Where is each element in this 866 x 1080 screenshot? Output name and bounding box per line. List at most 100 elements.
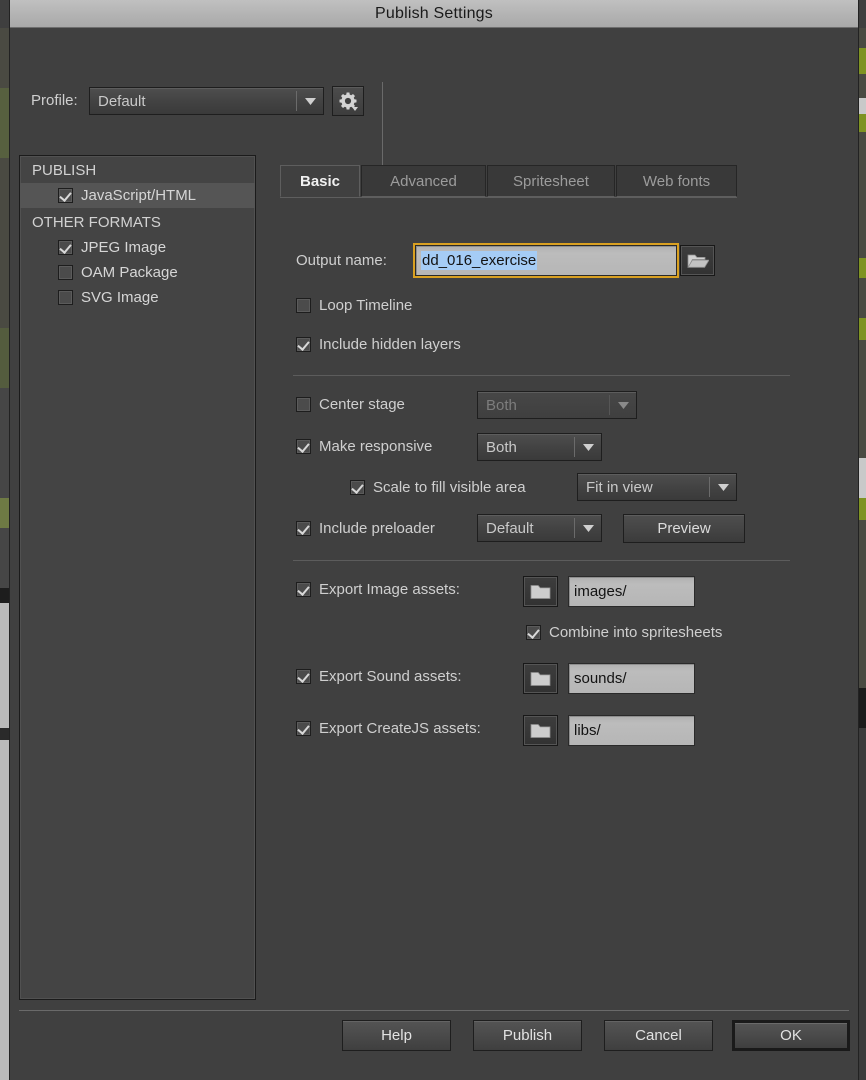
- loop-timeline-row[interactable]: Loop Timeline: [296, 297, 412, 314]
- make-responsive-label: Make responsive: [319, 438, 433, 455]
- checkbox-oam-package[interactable]: [58, 265, 73, 280]
- createjs-assets-path-input[interactable]: libs/: [568, 715, 695, 746]
- output-name-value: dd_016_exercise: [421, 251, 538, 270]
- tab-label: Advanced: [390, 172, 457, 190]
- cancel-button[interactable]: Cancel: [604, 1020, 713, 1051]
- scale-to-fill-label: Scale to fill visible area: [373, 479, 526, 496]
- ok-button[interactable]: OK: [732, 1020, 850, 1051]
- sidebar-item-label: SVG Image: [81, 289, 159, 306]
- include-hidden-layers-row[interactable]: Include hidden layers: [296, 336, 461, 353]
- cancel-button-label: Cancel: [635, 1027, 682, 1044]
- image-assets-folder-button[interactable]: [523, 576, 558, 607]
- make-responsive-select-value: Both: [486, 438, 517, 456]
- export-sound-assets-row[interactable]: Export Sound assets:: [296, 668, 462, 685]
- background-app-right-edge: [858, 28, 866, 1080]
- sidebar-item-oam-package[interactable]: OAM Package: [20, 260, 255, 285]
- checkbox-jpeg-image[interactable]: [58, 240, 73, 255]
- make-responsive-row[interactable]: Make responsive: [296, 438, 432, 455]
- publish-button-label: Publish: [502, 1027, 553, 1044]
- checkbox-center-stage[interactable]: [296, 397, 311, 412]
- checkbox-javascript-html[interactable]: [58, 188, 73, 203]
- export-createjs-assets-row[interactable]: Export CreateJS assets:: [296, 720, 481, 737]
- folder-icon: [530, 671, 551, 686]
- checkbox-include-preloader[interactable]: [296, 521, 311, 536]
- tab-basic[interactable]: Basic: [280, 165, 360, 197]
- output-name-browse-button[interactable]: [680, 245, 715, 276]
- sidebar-item-label: OAM Package: [81, 264, 178, 281]
- export-image-assets-row[interactable]: Export Image assets:: [296, 581, 460, 598]
- sidebar-item-javascript-html[interactable]: JavaScript/HTML: [20, 183, 255, 208]
- include-hidden-layers-label: Include hidden layers: [319, 336, 461, 353]
- help-button[interactable]: Help: [342, 1020, 451, 1051]
- tab-spritesheet[interactable]: Spritesheet: [487, 165, 615, 197]
- checkbox-include-hidden-layers[interactable]: [296, 337, 311, 352]
- footer-divider: [19, 1010, 849, 1011]
- profile-options-gear-button[interactable]: [332, 86, 364, 116]
- tab-label: Web fonts: [642, 172, 711, 190]
- export-createjs-assets-label: Export CreateJS assets:: [319, 720, 481, 737]
- combine-spritesheets-label: Combine into spritesheets: [549, 624, 723, 641]
- checkbox-make-responsive[interactable]: [296, 439, 311, 454]
- combine-spritesheets-row[interactable]: Combine into spritesheets: [526, 624, 722, 641]
- make-responsive-select[interactable]: Both: [477, 433, 602, 461]
- preloader-select[interactable]: Default: [477, 514, 602, 542]
- preview-button[interactable]: Preview: [623, 514, 745, 543]
- scale-to-fill-select[interactable]: Fit in view: [577, 473, 737, 501]
- tab-web-fonts[interactable]: Web fonts: [616, 165, 737, 197]
- checkbox-combine-into-spritesheets[interactable]: [526, 625, 541, 640]
- chevron-down-icon: [710, 483, 736, 491]
- checkbox-scale-to-fill[interactable]: [350, 480, 365, 495]
- include-preloader-row[interactable]: Include preloader: [296, 520, 435, 537]
- sound-assets-folder-button[interactable]: [523, 663, 558, 694]
- sidebar-item-label: JPEG Image: [81, 239, 167, 256]
- chevron-down-icon: [297, 97, 323, 105]
- preloader-select-value: Default: [486, 519, 534, 537]
- gear-icon: [339, 92, 358, 111]
- tab-label: Spritesheet: [513, 172, 589, 190]
- dialog-button-bar: Help Publish Cancel OK: [10, 1020, 858, 1080]
- tab-bar-underline: [280, 197, 737, 198]
- checkbox-export-image-assets[interactable]: [296, 582, 311, 597]
- center-stage-select-value: Both: [486, 396, 517, 414]
- export-image-assets-label: Export Image assets:: [319, 581, 460, 598]
- scale-to-fill-select-value: Fit in view: [586, 478, 653, 496]
- checkbox-svg-image[interactable]: [58, 290, 73, 305]
- profile-vertical-divider: [382, 82, 383, 170]
- checkbox-export-sound-assets[interactable]: [296, 669, 311, 684]
- help-button-label: Help: [381, 1027, 412, 1044]
- export-sound-assets-label: Export Sound assets:: [319, 668, 462, 685]
- checkbox-export-createjs-assets[interactable]: [296, 721, 311, 736]
- profile-select[interactable]: Default: [89, 87, 324, 115]
- chevron-down-icon: [575, 524, 601, 532]
- center-stage-row[interactable]: Center stage: [296, 396, 405, 413]
- createjs-assets-folder-button[interactable]: [523, 715, 558, 746]
- format-list-panel: PUBLISH JavaScript/HTML OTHER FORMATS JP…: [19, 155, 256, 1000]
- dialog-title: Publish Settings: [375, 4, 493, 22]
- output-name-input[interactable]: dd_016_exercise: [413, 243, 679, 278]
- image-assets-path-input[interactable]: images/: [568, 576, 695, 607]
- sound-assets-path-input[interactable]: sounds/: [568, 663, 695, 694]
- tab-label: Basic: [299, 172, 341, 190]
- folder-icon: [530, 584, 551, 599]
- image-assets-path-value: images/: [574, 583, 627, 600]
- profile-label: Profile:: [31, 92, 78, 109]
- checkbox-loop-timeline[interactable]: [296, 298, 311, 313]
- center-stage-select[interactable]: Both: [477, 391, 637, 419]
- tab-advanced[interactable]: Advanced: [361, 165, 486, 197]
- profile-section: Profile: Default: [10, 29, 858, 170]
- createjs-assets-path-value: libs/: [574, 722, 601, 739]
- output-name-label: Output name:: [296, 252, 387, 269]
- chevron-down-icon: [575, 443, 601, 451]
- loop-timeline-label: Loop Timeline: [319, 297, 413, 314]
- sidebar-item-svg-image[interactable]: SVG Image: [20, 285, 255, 310]
- publish-button[interactable]: Publish: [473, 1020, 582, 1051]
- include-preloader-label: Include preloader: [319, 520, 435, 537]
- scale-to-fill-row[interactable]: Scale to fill visible area: [350, 479, 526, 496]
- ok-button-label: OK: [780, 1027, 802, 1044]
- folder-open-icon: [686, 254, 709, 268]
- dialog-titlebar: Publish Settings: [10, 0, 858, 28]
- section-divider-2: [293, 560, 790, 561]
- sidebar-item-label: JavaScript/HTML: [81, 187, 197, 204]
- profile-select-value: Default: [98, 92, 146, 110]
- sidebar-item-jpeg-image[interactable]: JPEG Image: [20, 235, 255, 260]
